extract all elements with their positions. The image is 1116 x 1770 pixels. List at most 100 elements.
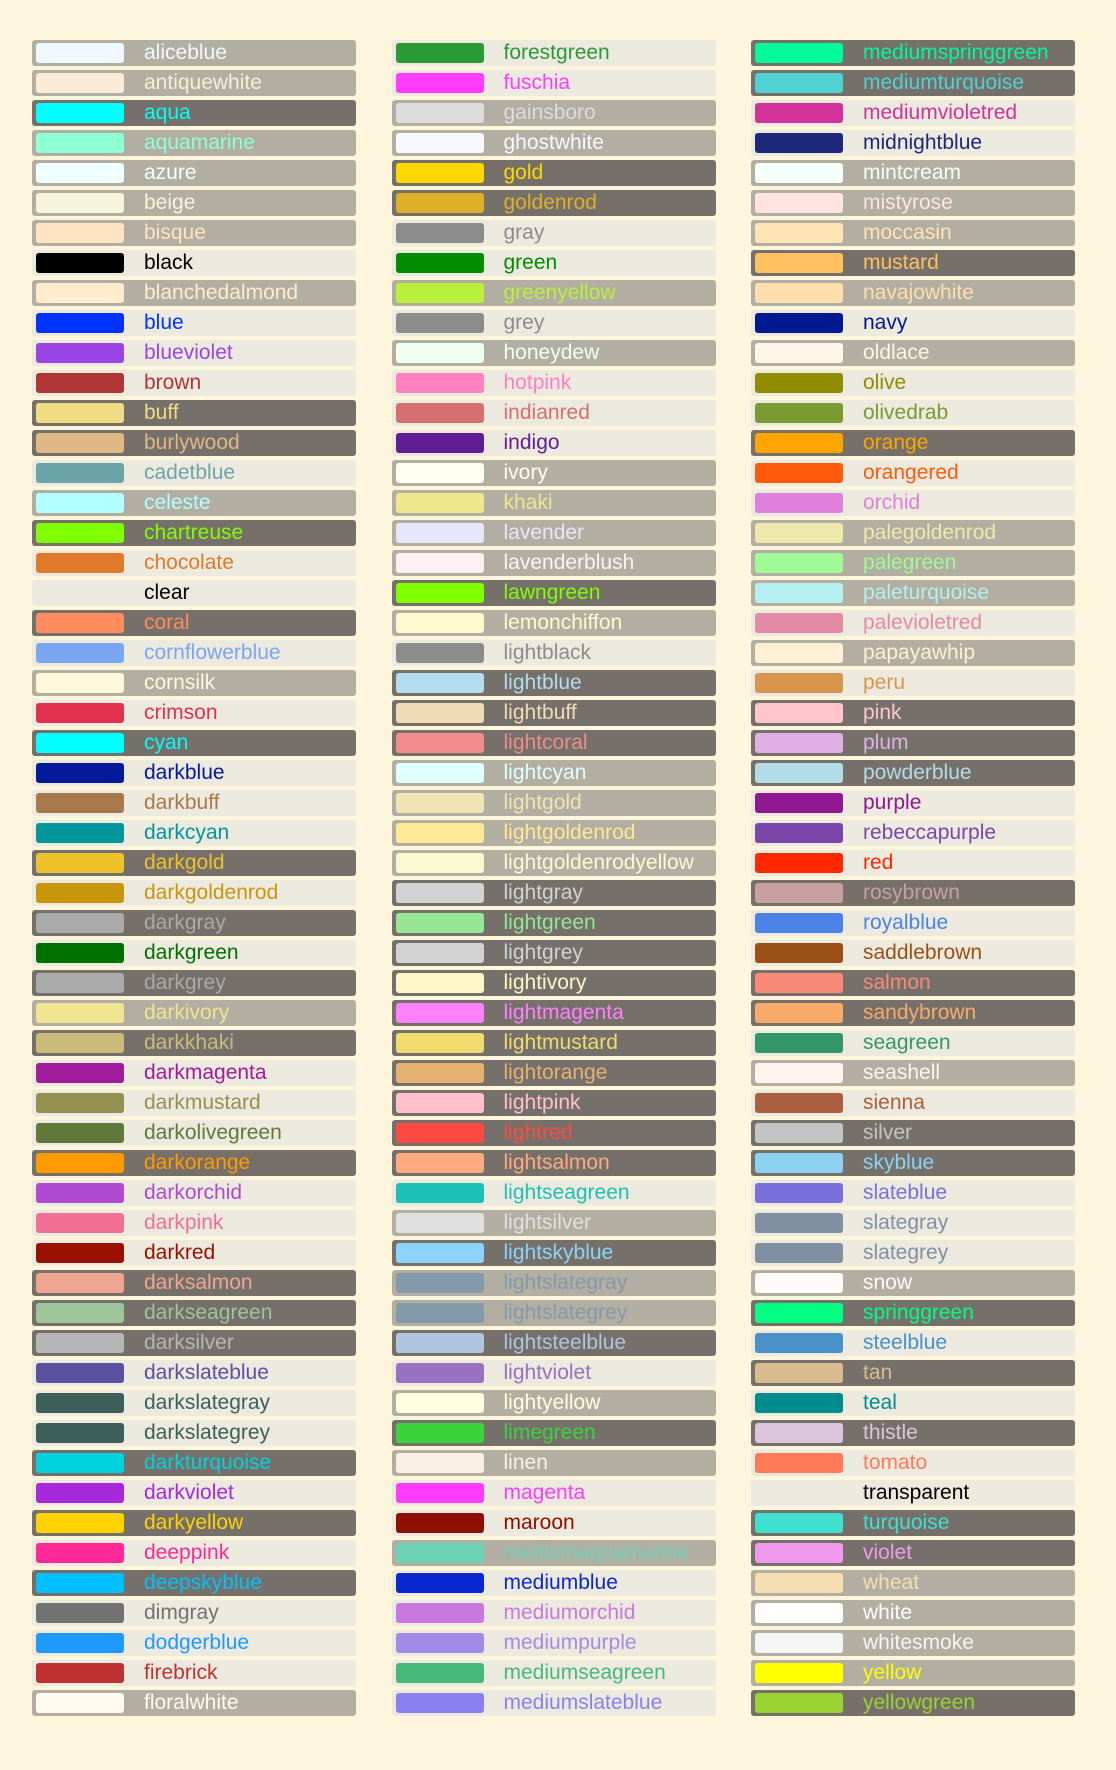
color-swatch [36,1063,124,1083]
color-name-label: darkgrey [144,971,226,994]
color-swatch [755,1303,843,1323]
color-row-darkorange: darkorange [32,1150,356,1176]
color-swatch [36,163,124,183]
color-row-lightgreen: lightgreen [391,910,716,936]
color-row-tan: tan [751,1360,1075,1386]
color-swatch [755,1123,843,1143]
color-name-label: oldlace [863,341,930,364]
color-row-mediumturquoise: mediumturquoise [751,70,1075,96]
color-swatch [395,553,484,573]
color-swatch [755,703,843,723]
color-row-red: red [751,850,1075,876]
color-name-label: turquoise [863,1511,950,1534]
color-swatch [395,73,484,93]
color-swatch [36,1663,124,1683]
color-swatch [755,193,843,213]
color-swatch [36,1693,124,1713]
color-name-label: darkgray [144,911,226,934]
color-row-clear: clear [32,580,356,606]
color-name-label: limegreen [503,1421,596,1444]
color-row-oldlace: oldlace [751,340,1075,366]
color-swatch [755,103,843,123]
color-row-darkivory: darkivory [32,1000,356,1026]
color-name-label: floralwhite [144,1691,239,1714]
color-swatch [395,1153,484,1173]
color-row-green: green [391,250,716,276]
color-name-label: navajowhite [863,281,974,304]
color-swatch [755,1543,843,1563]
color-row-steelblue: steelblue [751,1330,1075,1356]
color-swatch [36,1033,124,1053]
color-name-label: lightgold [503,791,582,814]
color-swatch [395,1633,484,1653]
color-name-label: lightblack [503,641,592,664]
color-name-label: darkseagreen [144,1301,273,1324]
color-name-label: darkbuff [144,791,220,814]
color-swatch [395,1003,484,1023]
color-swatch [395,1303,484,1323]
color-name-label: black [144,251,194,274]
color-swatch [395,1543,484,1563]
color-row-turquoise: turquoise [751,1510,1075,1536]
color-row-darkyellow: darkyellow [32,1510,356,1536]
color-name-label: yellowgreen [863,1691,976,1714]
color-row-aqua: aqua [32,100,356,126]
color-swatch [395,1603,484,1623]
color-swatch [36,43,124,63]
color-row-silver: silver [751,1120,1075,1146]
color-name-label: peru [863,671,906,694]
color-swatch [755,1213,843,1233]
color-row-greenyellow: greenyellow [391,280,716,306]
color-swatch [755,1243,843,1263]
color-name-label: darkviolet [144,1481,234,1504]
color-row-lightmagenta: lightmagenta [391,1000,716,1026]
color-row-goldenrod: goldenrod [391,190,716,216]
color-name-label: blanchedalmond [144,281,299,304]
color-swatch [36,1543,124,1563]
color-swatch [755,823,843,843]
color-name-label: mediumaquamarine [503,1541,690,1564]
color-name-label: royalblue [863,911,949,934]
color-swatch [395,193,484,213]
color-row-lightviolet: lightviolet [391,1360,716,1386]
color-swatch [755,73,843,93]
color-swatch [755,1573,843,1593]
color-row-lightpink: lightpink [391,1090,716,1116]
color-name-label: chartreuse [144,521,244,544]
color-row-snow: snow [751,1270,1075,1296]
color-swatch [36,673,124,693]
color-swatch [36,1183,124,1203]
color-swatch [395,1513,484,1533]
color-name-label: slateblue [863,1181,948,1204]
color-swatch [36,763,124,783]
color-name-label: lightgreen [503,911,596,934]
color-column-3: mediumspringgreen mediumturquoise mediumvi… [751,40,1075,1770]
color-name-label: lightgray [503,881,583,904]
color-row-burlywood: burlywood [32,430,356,456]
color-swatch [395,133,484,153]
color-name-label: palegreen [863,551,957,574]
color-row-thistle: thistle [751,1420,1075,1446]
color-row-olive: olive [751,370,1075,396]
color-row-yellowgreen: yellowgreen [751,1690,1075,1716]
color-swatch [36,1633,124,1653]
color-row-floralwhite: floralwhite [32,1690,356,1716]
color-row-coral: coral [32,610,356,636]
color-swatch [755,523,843,543]
color-swatch [36,793,124,813]
color-name-label: purple [863,791,922,814]
color-name-label: thistle [863,1421,918,1444]
color-swatch [36,1363,124,1383]
color-row-darkturquoise: darkturquoise [32,1450,356,1476]
color-row-grey: grey [391,310,716,336]
color-name-label: gold [503,161,544,184]
color-row-orchid: orchid [751,490,1075,516]
color-swatch [36,823,124,843]
color-swatch [36,913,124,933]
color-row-navy: navy [751,310,1075,336]
color-row-purple: purple [751,790,1075,816]
color-row-moccasin: moccasin [751,220,1075,246]
color-swatch [395,1033,484,1053]
color-swatch [36,283,124,303]
color-name-label: aliceblue [144,41,227,64]
